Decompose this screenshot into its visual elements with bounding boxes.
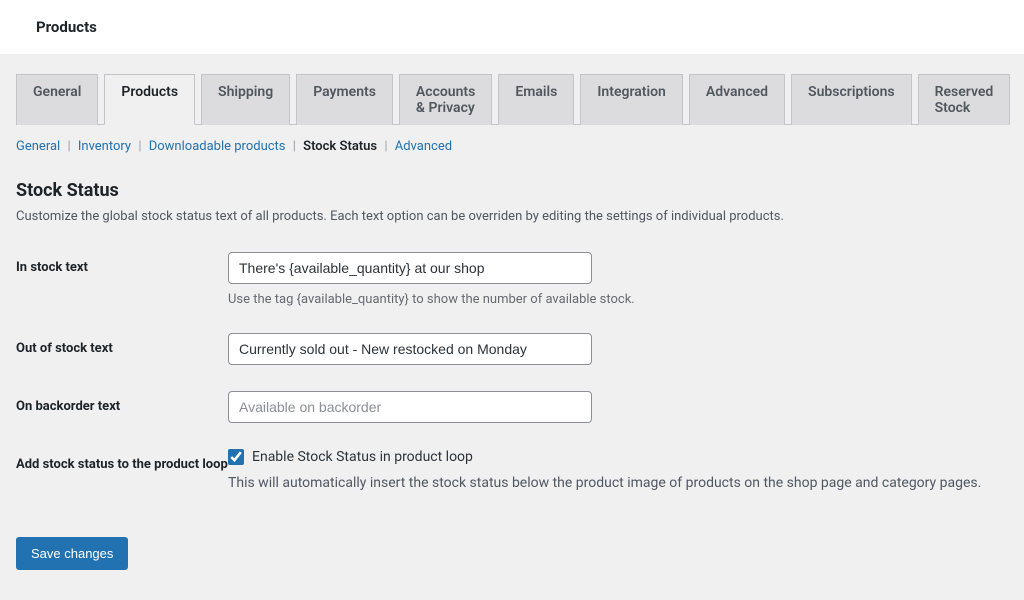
row-out-of-stock: Out of stock text [16,333,1008,365]
subtab-stock-status[interactable]: Stock Status [303,139,377,154]
subtab-general[interactable]: General [16,139,60,154]
input-out-of-stock[interactable] [228,333,592,365]
tab-integration[interactable]: Integration [580,74,682,125]
label-product-loop: Add stock status to the product loop [16,449,228,474]
tab-general[interactable]: General [16,74,98,125]
tab-products[interactable]: Products [104,74,195,125]
tab-payments[interactable]: Payments [296,74,393,125]
input-on-backorder[interactable] [228,391,592,423]
input-in-stock[interactable] [228,252,592,284]
tab-emails[interactable]: Emails [498,74,574,125]
main-content: General Products Shipping Payments Accou… [0,54,1024,600]
page-title: Products [36,18,988,36]
label-out-of-stock: Out of stock text [16,333,228,358]
tab-shipping[interactable]: Shipping [201,74,290,125]
row-product-loop: Add stock status to the product loop Ena… [16,449,1008,491]
primary-tabs: General Products Shipping Payments Accou… [16,74,1008,125]
subtab-advanced[interactable]: Advanced [395,139,452,154]
tab-accounts-privacy[interactable]: Accounts & Privacy [399,74,492,125]
label-on-backorder: On backorder text [16,391,228,416]
help-in-stock: Use the tag {available_quantity} to show… [228,292,1008,307]
row-in-stock: In stock text Use the tag {available_qua… [16,252,1008,307]
page-header: Products [0,0,1024,54]
desc-product-loop: This will automatically insert the stock… [228,475,1008,491]
label-in-stock: In stock text [16,252,228,277]
tab-reserved-stock[interactable]: Reserved Stock [918,74,1011,125]
tab-advanced[interactable]: Advanced [689,74,785,125]
checkbox-label-enable-stock-status: Enable Stock Status in product loop [252,449,473,465]
row-on-backorder: On backorder text [16,391,1008,423]
save-button[interactable]: Save changes [16,537,128,570]
checkbox-enable-stock-status[interactable] [228,449,244,465]
section-title: Stock Status [16,180,1008,201]
section-description: Customize the global stock status text o… [16,209,1008,224]
tab-subscriptions[interactable]: Subscriptions [791,74,912,125]
subtab-downloadable[interactable]: Downloadable products [149,139,286,154]
sub-tabs: General | Inventory | Downloadable produ… [16,137,1008,164]
subtab-inventory[interactable]: Inventory [78,139,131,154]
